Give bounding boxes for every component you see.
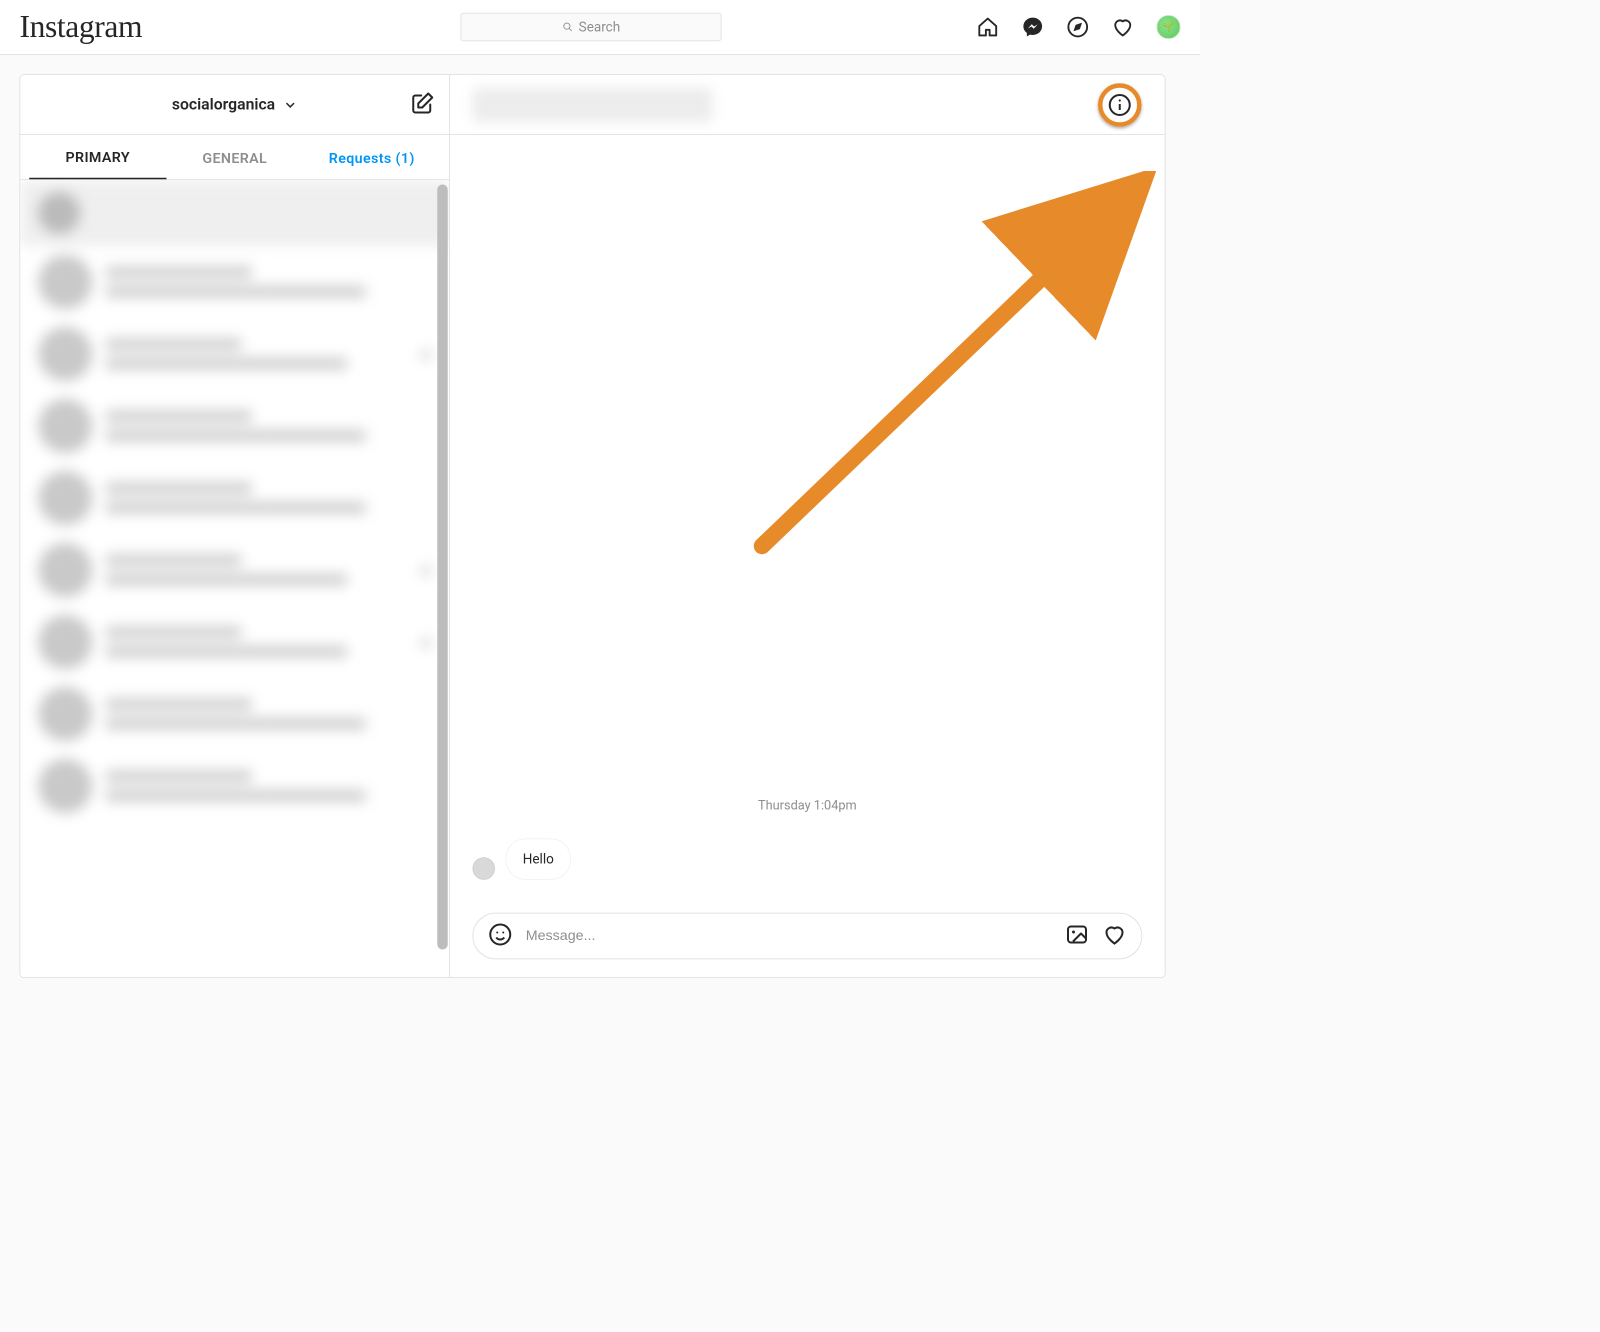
tab-requests[interactable]: Requests (1) <box>303 136 440 179</box>
chevron-down-icon <box>283 97 298 112</box>
image-button[interactable] <box>1065 923 1089 950</box>
chat-panel: Thursday 1:04pm Hello <box>450 75 1165 977</box>
inbox-tabs: PRIMARY GENERAL Requests (1) <box>20 135 449 180</box>
search-icon <box>562 22 573 33</box>
account-name: socialorganica <box>172 96 275 114</box>
messenger-icon[interactable] <box>1021 16 1044 39</box>
top-nav: Instagram Search 🌱 <box>0 0 1200 55</box>
thread-item[interactable] <box>20 678 449 750</box>
annotation-highlight <box>1098 83 1142 127</box>
chat-header <box>450 75 1165 135</box>
sidebar-header: socialorganica <box>20 75 449 135</box>
thread-item[interactable] <box>20 246 449 318</box>
home-icon[interactable] <box>976 16 999 39</box>
like-button[interactable] <box>1103 923 1127 950</box>
account-switcher[interactable]: socialorganica <box>40 96 430 114</box>
emoji-button[interactable] <box>488 923 512 950</box>
compose-button[interactable] <box>410 91 434 118</box>
tab-primary[interactable]: PRIMARY <box>29 135 166 179</box>
message-bubble: Hello <box>506 839 572 880</box>
search-input[interactable]: Search <box>461 13 722 42</box>
chat-body: Thursday 1:04pm Hello <box>450 135 1165 977</box>
info-button[interactable] <box>1097 82 1142 127</box>
message-avatar[interactable] <box>473 857 496 880</box>
nav-icons: 🌱 <box>976 15 1180 39</box>
dm-app: socialorganica PRIMARY GENERAL Requests … <box>20 74 1166 978</box>
thread-item[interactable]: w <box>20 534 449 606</box>
top-nav-inner: Instagram Search 🌱 <box>20 9 1181 45</box>
thread-item[interactable]: w <box>20 606 449 678</box>
thread-item[interactable] <box>20 750 449 822</box>
chat-header-name[interactable] <box>473 87 713 122</box>
tab-general[interactable]: GENERAL <box>166 136 303 179</box>
search-wrap: Search <box>461 13 722 42</box>
thread-item-active[interactable] <box>20 180 449 246</box>
message-row: Hello <box>473 839 1143 880</box>
profile-avatar[interactable]: 🌱 <box>1156 15 1180 39</box>
explore-icon[interactable] <box>1066 16 1089 39</box>
brand-logo[interactable]: Instagram <box>20 9 143 45</box>
message-input[interactable] <box>526 928 1052 945</box>
thread-item[interactable] <box>20 462 449 534</box>
sidebar: socialorganica PRIMARY GENERAL Requests … <box>20 75 450 977</box>
canvas: socialorganica PRIMARY GENERAL Requests … <box>0 55 1200 998</box>
chat-timestamp: Thursday 1:04pm <box>473 798 1143 813</box>
thread-list[interactable]: w w w <box>20 180 449 977</box>
thread-item[interactable] <box>20 390 449 462</box>
message-composer <box>473 913 1143 960</box>
search-placeholder: Search <box>579 19 620 35</box>
activity-icon[interactable] <box>1111 16 1134 39</box>
thread-item[interactable]: w <box>20 318 449 390</box>
scrollbar[interactable] <box>437 185 448 950</box>
